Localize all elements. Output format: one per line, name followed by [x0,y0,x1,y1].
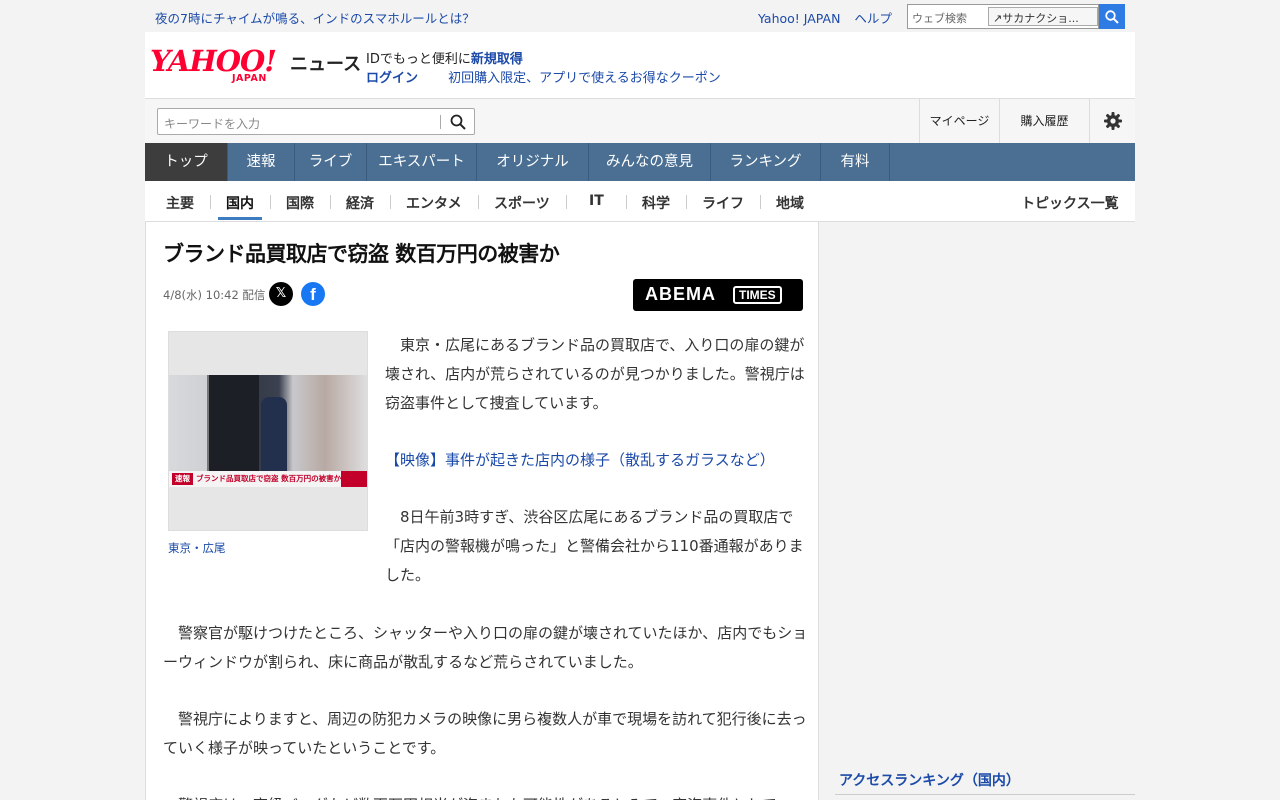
main-nav: トップ 速報 ライブ エキスパート オリジナル みんなの意見 ランキング 有料 [145,143,1135,181]
article-lead: 東京・広尾にあるブランド品の買取店で、入り口の扉の鍵が壊され、店内が荒らされてい… [385,336,805,412]
top-links: Yahoo! JAPAN ヘルプ [758,8,902,27]
divider [390,195,391,209]
search-icon [1105,10,1119,24]
register-link[interactable]: 新規取得 [471,52,523,67]
abema-news-badge [341,471,367,487]
divider [330,195,331,209]
divider [566,195,567,209]
category-region[interactable]: 地域 [776,193,804,213]
yahoo-japan-link[interactable]: Yahoo! JAPAN [758,11,840,26]
photo-officer [261,397,287,471]
divider [760,195,761,209]
divider [686,195,687,209]
video-link[interactable]: 【映像】事件が起きた店内の様子（散乱するガラスなど） [385,446,775,475]
article-paragraph: 警視庁は、高級バッグなど数百万円相当が盗まれた可能性があるとみて、窃盗事件として [163,791,808,800]
gear-icon [1104,112,1122,130]
photo-door [207,375,259,471]
search-icon[interactable] [450,114,466,130]
search-suggestion[interactable]: ↗サカナクショ... [988,7,1098,26]
abema-times-logo[interactable]: ABEMA TIMES [633,279,803,311]
article-paragraph: 8日午前3時すぎ、渋谷区広尾にあるブランド品の買取店で「店内の警報機が鳴った」と… [385,508,804,584]
divider [835,794,1135,795]
nav-live[interactable]: ライブ [295,143,367,181]
site-header: YAHOO! JAPAN ニュース IDでもっと便利に新規取得 ログイン 初回購… [145,32,1135,98]
nav-expert[interactable]: エキスパート [367,143,477,181]
top-utility-bar: 夜の7時にチャイムが鳴る、インドのスマホルールとは？ Yahoo! JAPAN … [145,0,1135,32]
category-nav: 主要 国内 国際 経済 エンタメ スポーツ IT 科学 ライフ 地域 トピックス… [145,181,1135,222]
category-it[interactable]: IT [589,193,604,209]
divider [210,195,211,209]
article-headline: ブランド品買取店で窃盗 数百万円の被害か [163,242,560,266]
id-promo: IDでもっと便利に新規取得 [366,52,523,67]
right-sidebar: アクセスランキング（国内） [835,222,1135,800]
yahoo-news-logo[interactable]: YAHOO! JAPAN [150,46,277,84]
article-date: 4/8(水) 10:42 配信 [163,288,266,302]
photo-overlay-caption: 速報 ブランド品買取店で窃盗 数百万円の被害か [169,471,367,487]
topics-list-link[interactable]: トピックス一覧 [1021,193,1119,213]
login-link[interactable]: ログイン [366,71,418,86]
web-search-input[interactable]: ウェブ検索 ↗サカナクショ... [907,4,1099,29]
article-photo[interactable]: 速報 ブランド品買取店で窃盗 数百万円の被害か [168,331,368,531]
search-row: キーワードを入力 マイページ 購入履歴 [145,98,1135,143]
nav-original[interactable]: オリジナル [477,143,589,181]
category-life[interactable]: ライフ [702,193,744,213]
nav-ranking[interactable]: ランキング [711,143,821,181]
facebook-share-icon[interactable]: f [301,282,325,306]
category-sports[interactable]: スポーツ [494,193,550,213]
keyword-placeholder: キーワードを入力 [164,117,261,131]
mypage-link[interactable]: マイページ [919,99,999,143]
divider [270,195,271,209]
web-search-placeholder: ウェブ検索 [912,12,967,25]
news-section-label: ニュース [290,54,362,75]
nav-top[interactable]: トップ [145,143,228,181]
divider [440,115,441,129]
category-domestic[interactable]: 国内 [226,193,254,213]
photo-scene: 速報 ブランド品買取店で窃盗 数百万円の被害か [169,375,367,487]
category-main[interactable]: 主要 [166,193,194,213]
article-paragraph: 警視庁によりますと、周辺の防犯カメラの映像に男ら複数人が車で現場を訪れて犯行後に… [163,710,807,757]
login-row: ログイン 初回購入限定、アプリで使えるお得なクーポン [366,67,721,86]
divider [626,195,627,209]
purchase-history-link[interactable]: 購入履歴 [999,99,1089,143]
keyword-search-input[interactable]: キーワードを入力 [157,108,475,135]
article: ブランド品買取店で窃盗 数百万円の被害か 4/8(水) 10:42 配信 𝕏 f… [145,222,819,800]
category-entertainment[interactable]: エンタメ [406,193,462,213]
nav-opinions[interactable]: みんなの意見 [589,143,711,181]
settings-button[interactable] [1089,99,1135,143]
help-link[interactable]: ヘルプ [854,11,892,26]
article-paragraph: 警察官が駆けつけたところ、シャッターや入り口の扉の鍵が壊されていたほか、店内でも… [163,624,808,671]
category-economy[interactable]: 経済 [346,193,374,213]
nav-paid[interactable]: 有料 [821,143,890,181]
x-share-icon[interactable]: 𝕏 [269,282,293,306]
top-notice-link[interactable]: 夜の7時にチャイムが鳴る、インドのスマホルールとは？ [155,8,475,27]
coupon-link[interactable]: 初回購入限定、アプリで使えるお得なクーポン [448,71,721,86]
nav-breaking[interactable]: 速報 [228,143,295,181]
active-tab-underline [218,217,262,220]
web-search-button[interactable] [1099,4,1125,29]
divider [478,195,479,209]
photo-caption: 東京・広尾 [168,541,226,555]
access-ranking-title[interactable]: アクセスランキング（国内） [839,770,1020,790]
category-science[interactable]: 科学 [642,193,670,213]
category-international[interactable]: 国際 [286,193,314,213]
